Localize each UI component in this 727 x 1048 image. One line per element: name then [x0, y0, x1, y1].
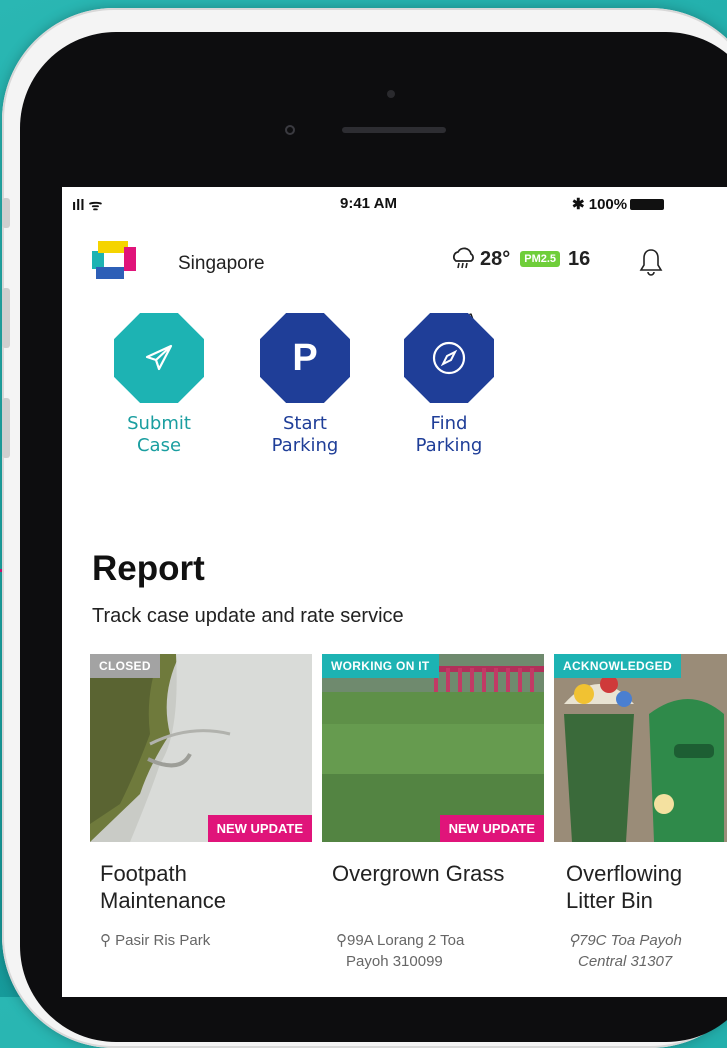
earpiece-speaker: [342, 127, 446, 133]
sensor: [387, 90, 395, 98]
case-card-grass[interactable]: WORKING ON IT NEW UPDATE Overgrown Grass…: [322, 654, 544, 970]
case-card-footpath[interactable]: CLOSED NEW UPDATE Footpath Maintenance ⚲…: [90, 654, 312, 949]
front-camera: [285, 125, 295, 135]
pm25-badge: PM2.5: [520, 251, 561, 267]
start-parking-label: Start Parking: [245, 413, 365, 457]
location-pin-icon: ⚲: [336, 932, 347, 949]
address-line: 79C Toa Payoh: [579, 932, 682, 949]
footpath-photo: [90, 654, 312, 842]
signal-indicator: ıll ᯤ: [72, 197, 103, 214]
status-badge-acknowledged: ACKNOWLEDGED: [554, 654, 681, 678]
report-heading: Report: [92, 549, 205, 588]
battery-indicator: ✱ 100%: [572, 195, 665, 213]
start-parking-badge: P: [260, 313, 350, 403]
app-screen: ıll ᯤ 9:41 AM ✱ 100% Singapore 28° PM2.5…: [62, 187, 727, 997]
label-line: Parking: [271, 435, 339, 456]
title-line: Maintenance: [100, 888, 226, 913]
submit-case-label: Submit Case: [99, 413, 219, 457]
parking-p-icon: P: [292, 336, 318, 379]
compass-icon: [432, 341, 466, 375]
paper-plane-icon: [145, 344, 173, 371]
battery-text: ✱ 100%: [572, 196, 628, 213]
status-badge-closed: CLOSED: [90, 654, 160, 678]
location-pin-icon: ⚲: [568, 932, 579, 949]
find-parking-label: Find Parking: [389, 413, 509, 457]
location-pin-icon: ⚲: [100, 932, 111, 949]
address-line: Central 31307: [578, 953, 673, 970]
volume-up-button: [2, 288, 10, 348]
grass-photo: [322, 654, 544, 842]
start-parking-button[interactable]: P Start Parking: [245, 313, 365, 457]
case-photo: WORKING ON IT NEW UPDATE: [322, 654, 544, 842]
volume-down-button: [2, 398, 10, 458]
title-line: Overflowing: [566, 861, 683, 886]
litter-bin-photo: [554, 654, 727, 842]
address-line: 99A Lorang 2 Toa: [347, 932, 465, 949]
status-badge-working: WORKING ON IT: [322, 654, 439, 678]
status-time: 9:41 AM: [340, 195, 397, 212]
label-line: Parking: [415, 435, 483, 456]
report-subtitle: Track case update and rate service: [92, 605, 404, 627]
find-parking-badge: [404, 313, 494, 403]
new-update-badge: NEW UPDATE: [439, 815, 544, 842]
mute-switch: [2, 198, 10, 228]
status-bar: ıll ᯤ 9:41 AM ✱ 100%: [62, 187, 727, 221]
case-photo: ACKNOWLEDGED: [554, 654, 727, 842]
label-line: Find: [430, 413, 468, 434]
address-line: Payoh 310099: [346, 953, 443, 970]
submit-case-badge: [114, 313, 204, 403]
case-title: Footpath Maintenance: [90, 860, 312, 914]
weather-widget[interactable]: 28° PM2.5 16: [450, 247, 590, 271]
new-update-badge: NEW UPDATE: [207, 815, 312, 842]
location-label[interactable]: Singapore: [178, 253, 265, 275]
case-title: Overflowing Litter Bin: [554, 860, 727, 914]
title-line: Litter Bin: [566, 888, 653, 913]
case-address: ⚲99A Lorang 2 Toa Payoh 310099: [336, 930, 464, 972]
battery-icon: [630, 199, 665, 210]
bell-icon[interactable]: [638, 247, 664, 277]
title-line: Overgrown Grass: [332, 861, 505, 886]
case-card-litter-bin[interactable]: ACKNOWLEDGED Overflowing Litter Bin ⚲79C…: [554, 654, 727, 970]
case-title: Overgrown Grass: [322, 860, 544, 887]
case-photo: CLOSED NEW UPDATE: [90, 654, 312, 842]
find-parking-button[interactable]: Find Parking: [389, 313, 509, 457]
rain-cloud-icon: [453, 247, 474, 269]
label-line: Case: [136, 435, 182, 456]
label-line: Submit: [127, 413, 191, 434]
case-address: ⚲79C Toa Payoh Central 31307: [568, 930, 682, 972]
submit-case-button[interactable]: Submit Case: [99, 313, 219, 457]
app-logo: [92, 241, 136, 279]
title-line: Footpath: [100, 861, 187, 886]
case-address: ⚲ Pasir Ris Park: [100, 930, 210, 951]
pm25-value: 16: [568, 247, 591, 270]
address-line: Pasir Ris Park: [115, 932, 211, 949]
label-line: Start: [283, 413, 327, 434]
temperature: 28°: [480, 247, 511, 270]
